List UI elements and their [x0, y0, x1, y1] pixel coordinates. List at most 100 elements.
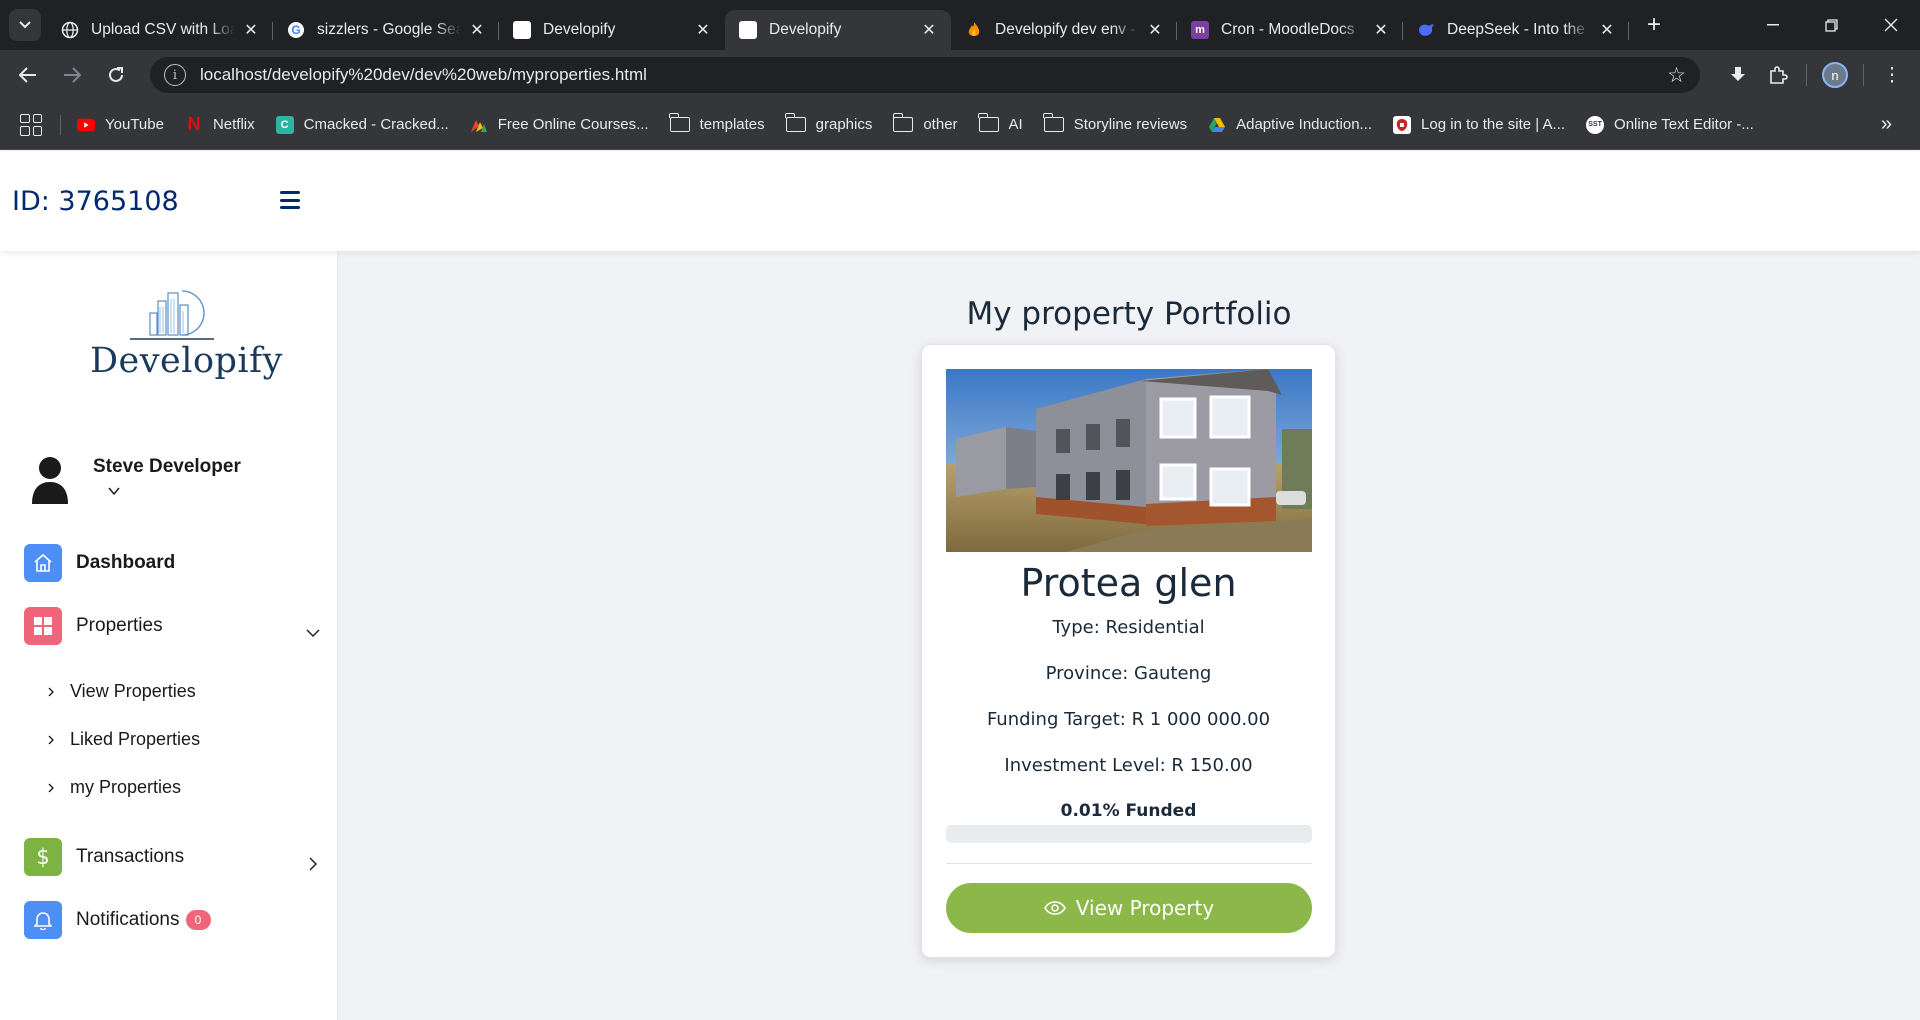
funded-percentage: 0.01% Funded: [1060, 801, 1197, 821]
toolbar-actions: n ⋮: [1718, 55, 1912, 95]
download-icon[interactable]: [1718, 55, 1758, 95]
bookmark-youtube[interactable]: YouTube: [77, 116, 164, 134]
browser-tab[interactable]: Developify ✕: [499, 10, 725, 50]
bell-icon: [24, 901, 62, 939]
browser-tab[interactable]: Developify dev env - ✕: [951, 10, 1177, 50]
hamburger-menu-icon[interactable]: [280, 191, 300, 209]
new-tab-button[interactable]: +: [1637, 8, 1671, 42]
globe-icon: [61, 21, 79, 39]
bookmark-adaptive-induction[interactable]: Adaptive Induction...: [1208, 116, 1372, 134]
nav-transactions[interactable]: $ Transactions: [24, 838, 184, 876]
property-name: Protea glen: [1020, 561, 1237, 605]
extensions-icon[interactable]: [1758, 55, 1798, 95]
close-icon[interactable]: ✕: [1597, 20, 1617, 40]
chevron-right-icon[interactable]: [306, 857, 320, 871]
property-province: Province: Gauteng: [1045, 663, 1212, 684]
building-logo-icon: [130, 290, 214, 340]
moodle-icon: m: [1191, 20, 1209, 39]
site-icon: [1393, 115, 1412, 134]
bookmark-folder-templates[interactable]: templates: [668, 113, 765, 133]
close-icon[interactable]: ✕: [693, 20, 713, 40]
tab-title: Developify dev env -: [995, 20, 1136, 38]
browser-tab[interactable]: DeepSeek - Into the U ✕: [1403, 10, 1629, 50]
nav-notifications[interactable]: Notifications 0: [24, 901, 211, 939]
nav-my-properties[interactable]: my Properties: [46, 777, 181, 798]
window-controls: [1743, 0, 1920, 50]
close-icon[interactable]: ✕: [241, 20, 261, 40]
bookmark-folder-storyline[interactable]: Storyline reviews: [1042, 113, 1187, 133]
google-icon: G: [287, 21, 305, 39]
bookmark-label: Free Online Courses...: [497, 116, 649, 133]
folder-icon: [1042, 113, 1064, 132]
page-title: My property Portfolio: [966, 296, 1292, 332]
bookmark-text-editor[interactable]: SST Online Text Editor -...: [1586, 115, 1754, 134]
property-type: Type: Residential: [1052, 617, 1205, 638]
tab-title: Cron - MoodleDocs: [1221, 20, 1355, 38]
folder-icon: [784, 113, 806, 132]
property-investment-level: Investment Level: R 150.00: [1004, 755, 1253, 776]
view-property-label: View Property: [1075, 896, 1215, 920]
netflix-icon: N: [187, 114, 201, 134]
nav-label: Notifications: [76, 909, 180, 930]
minimize-icon[interactable]: [1743, 0, 1802, 50]
nav-properties[interactable]: Properties: [24, 607, 163, 645]
nav-label: Properties: [76, 615, 163, 636]
property-card: Protea glen Type: Residential Province: …: [921, 344, 1336, 958]
chevron-down-icon: [19, 21, 31, 29]
toolbar-divider: [1806, 64, 1807, 86]
logo-text: Developify: [90, 341, 283, 381]
tab-strip: Upload CSV with Loa ✕ G sizzlers - Googl…: [0, 0, 1920, 50]
bookmark-folder-graphics[interactable]: graphics: [784, 113, 872, 133]
view-property-button[interactable]: View Property: [946, 883, 1312, 933]
close-icon[interactable]: ✕: [467, 20, 487, 40]
browser-toolbar: i localhost/developify%20dev/dev%20web/m…: [0, 50, 1920, 100]
window-close-icon[interactable]: [1861, 0, 1920, 50]
cmacked-icon: C: [275, 115, 294, 134]
browser-tab[interactable]: G sizzlers - Google Sea ✕: [273, 10, 499, 50]
address-bar[interactable]: i localhost/developify%20dev/dev%20web/m…: [150, 57, 1700, 93]
bookmark-cmacked[interactable]: C Cmacked - Cracked...: [275, 115, 449, 134]
nav-label: Transactions: [76, 846, 185, 867]
sidebar: Developify Steve Developer Dashboard Pro…: [0, 251, 338, 1020]
folder-icon: [977, 113, 999, 132]
tab-search-button[interactable]: [9, 9, 41, 41]
tab-title: DeepSeek - Into the U: [1447, 20, 1591, 38]
tab-title: Upload CSV with Loa: [91, 20, 235, 38]
bookmark-folder-other[interactable]: other: [892, 113, 958, 133]
user-id: ID: 3765108: [12, 186, 179, 217]
chevron-double-right-icon[interactable]: »: [1881, 113, 1892, 136]
property-funding-target: Funding Target: R 1 000 000.00: [986, 709, 1271, 730]
bookmark-free-courses[interactable]: Free Online Courses...: [470, 116, 649, 134]
arrow-left-icon: [19, 67, 36, 83]
close-icon[interactable]: ✕: [1371, 20, 1391, 40]
forward-button[interactable]: [52, 55, 92, 95]
logo[interactable]: Developify: [88, 289, 282, 389]
bookmark-login-site[interactable]: Log in to the site | A...: [1393, 115, 1565, 134]
page-icon: [513, 20, 531, 39]
bookmark-folder-ai[interactable]: AI: [977, 113, 1023, 133]
bookmark-star-icon[interactable]: ☆: [1667, 63, 1686, 88]
grid-icon: [24, 607, 62, 645]
nav-label: View Properties: [70, 681, 196, 701]
browser-tab-active[interactable]: Developify ✕: [725, 9, 951, 50]
restore-icon[interactable]: [1802, 0, 1861, 50]
bookmark-netflix[interactable]: N Netflix: [185, 114, 254, 134]
nav-liked-properties[interactable]: Liked Properties: [46, 729, 200, 750]
close-icon[interactable]: ✕: [919, 20, 939, 40]
apps-icon[interactable]: [20, 113, 42, 136]
svg-text:G: G: [291, 23, 300, 37]
chevron-down-icon[interactable]: [108, 485, 120, 497]
back-button[interactable]: [8, 55, 48, 95]
close-icon[interactable]: ✕: [1145, 20, 1165, 40]
property-image[interactable]: [946, 369, 1312, 552]
nav-view-properties[interactable]: View Properties: [46, 681, 196, 702]
nav-dashboard[interactable]: Dashboard: [24, 544, 175, 582]
url-text[interactable]: localhost/developify%20dev/dev%20web/myp…: [200, 65, 1659, 85]
browser-tab[interactable]: m Cron - MoodleDocs ✕: [1177, 10, 1403, 50]
site-info-icon[interactable]: i: [164, 64, 186, 86]
browser-tab[interactable]: Upload CSV with Loa ✕: [47, 10, 273, 50]
profile-button[interactable]: n: [1815, 55, 1855, 95]
reload-button[interactable]: [96, 55, 136, 95]
chevron-down-icon[interactable]: [306, 626, 320, 640]
menu-icon[interactable]: ⋮: [1872, 55, 1912, 95]
